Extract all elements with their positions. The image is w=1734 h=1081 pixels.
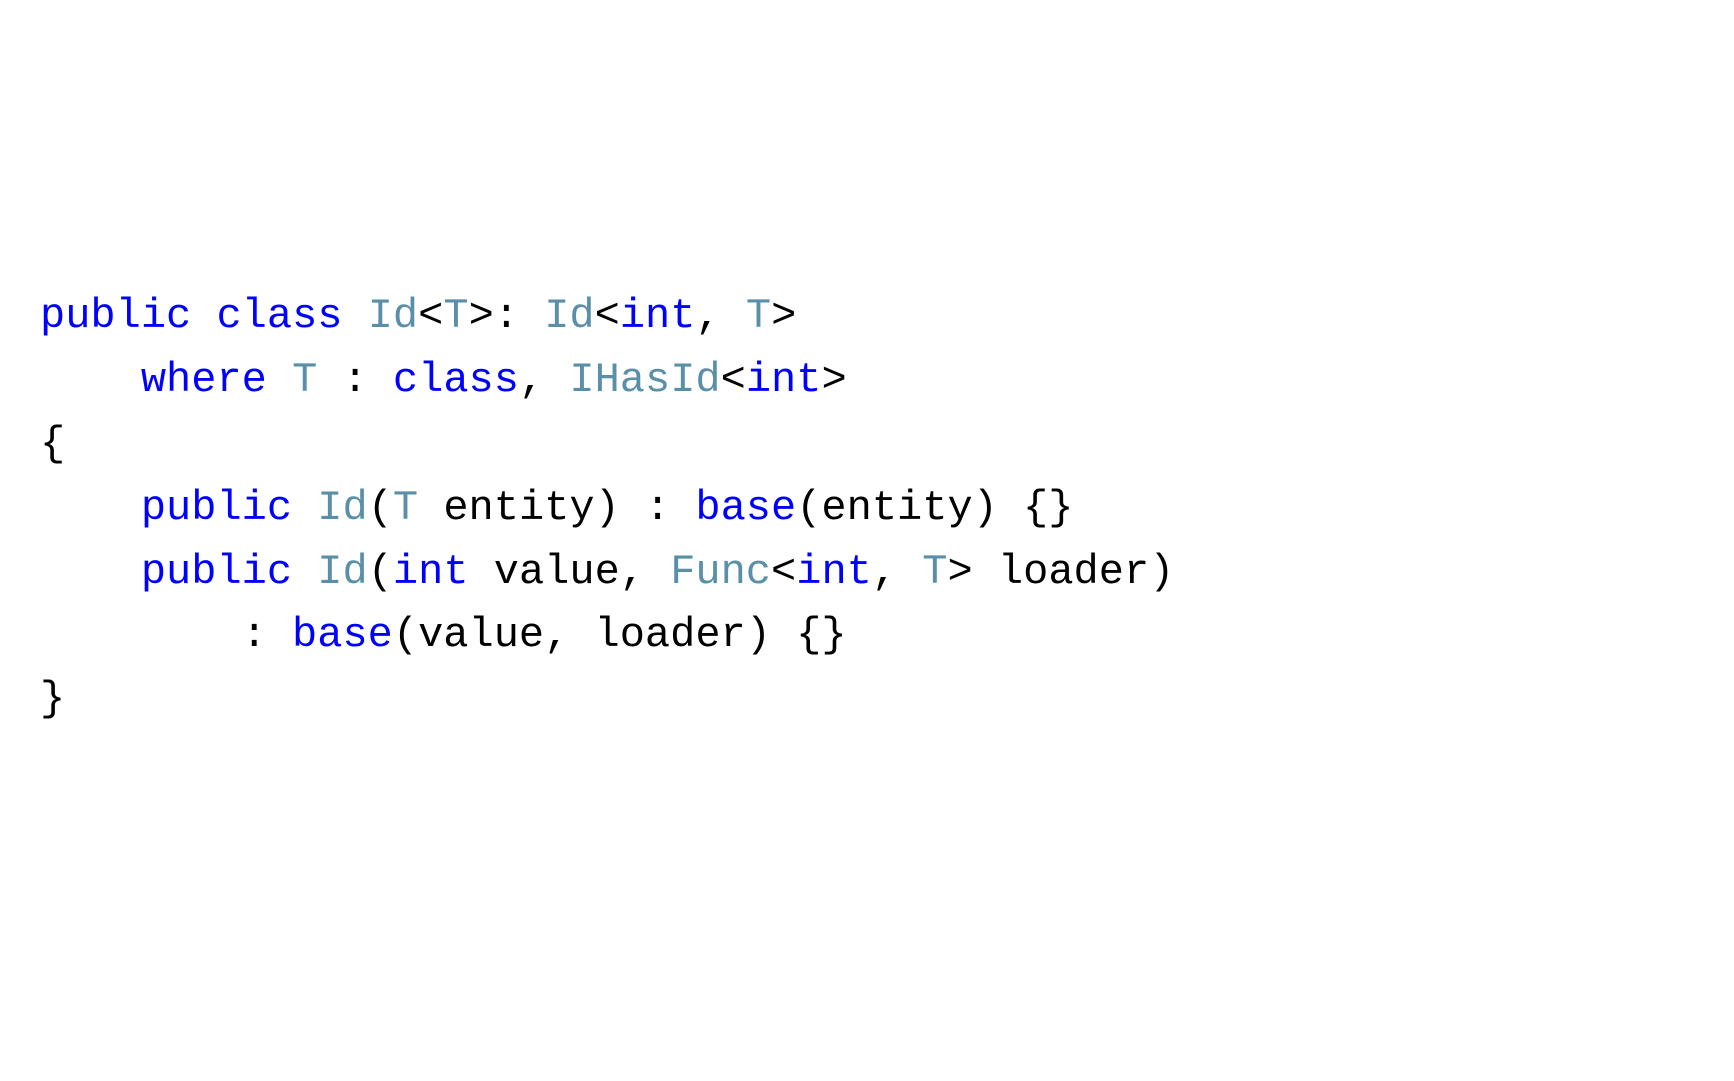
code-line-1: public class Id<T>: Id<int, T> [40, 285, 1694, 349]
keyword-int: int [620, 292, 696, 340]
colon: : [317, 356, 393, 404]
paren-open: ( [368, 484, 393, 532]
angle-bracket: > [469, 292, 494, 340]
keyword-public: public [141, 484, 292, 532]
comma: , [695, 292, 745, 340]
indent [40, 484, 141, 532]
type-param-t: T [393, 484, 418, 532]
type-param-t: T [443, 292, 468, 340]
close-brace: } [40, 675, 65, 723]
keyword-int: int [796, 548, 872, 596]
keyword-public: public [141, 548, 292, 596]
colon: : [494, 292, 544, 340]
angle-bracket: < [595, 292, 620, 340]
angle-bracket: > [771, 292, 796, 340]
type-param-t: T [922, 548, 947, 596]
keyword-base: base [695, 484, 796, 532]
code-line-4: public Id(T entity) : base(entity) {} [40, 477, 1694, 541]
angle-bracket: > [948, 548, 973, 596]
constructor-id: Id [317, 484, 367, 532]
constructor-id: Id [317, 548, 367, 596]
code-block: public class Id<T>: Id<int, T> where T :… [40, 285, 1694, 732]
code-line-2: where T : class, IHasId<int> [40, 349, 1694, 413]
code-line-7: : base(value, loader) {} [40, 604, 1694, 668]
keyword-class: class [216, 292, 342, 340]
keyword-int: int [393, 548, 469, 596]
type-param-t: T [292, 356, 317, 404]
code-line-8: } [40, 668, 1694, 732]
param-entity: entity) : [418, 484, 695, 532]
base-call: (value, loader) {} [393, 611, 847, 659]
open-brace: { [40, 420, 65, 468]
angle-bracket: < [721, 356, 746, 404]
keyword-base: base [292, 611, 393, 659]
type-id: Id [368, 292, 418, 340]
keyword-int: int [746, 356, 822, 404]
keyword-where: where [141, 356, 267, 404]
angle-bracket: > [821, 356, 846, 404]
angle-bracket: < [418, 292, 443, 340]
angle-bracket: < [771, 548, 796, 596]
indent [40, 548, 141, 596]
keyword-class: class [393, 356, 519, 404]
comma: , [872, 548, 922, 596]
type-param-t: T [746, 292, 771, 340]
indent [40, 356, 141, 404]
type-func: Func [670, 548, 771, 596]
code-line-3: { [40, 413, 1694, 477]
comma: , [519, 356, 569, 404]
base-call: (entity) {} [796, 484, 1073, 532]
type-ihasid: IHasId [569, 356, 720, 404]
type-id: Id [544, 292, 594, 340]
keyword-public: public [40, 292, 191, 340]
code-line-6: public Id(int value, Func<int, T> loader… [40, 541, 1694, 605]
param-value: value, [469, 548, 671, 596]
param-loader: loader) [973, 548, 1175, 596]
paren-open: ( [368, 548, 393, 596]
indent: : [40, 611, 292, 659]
